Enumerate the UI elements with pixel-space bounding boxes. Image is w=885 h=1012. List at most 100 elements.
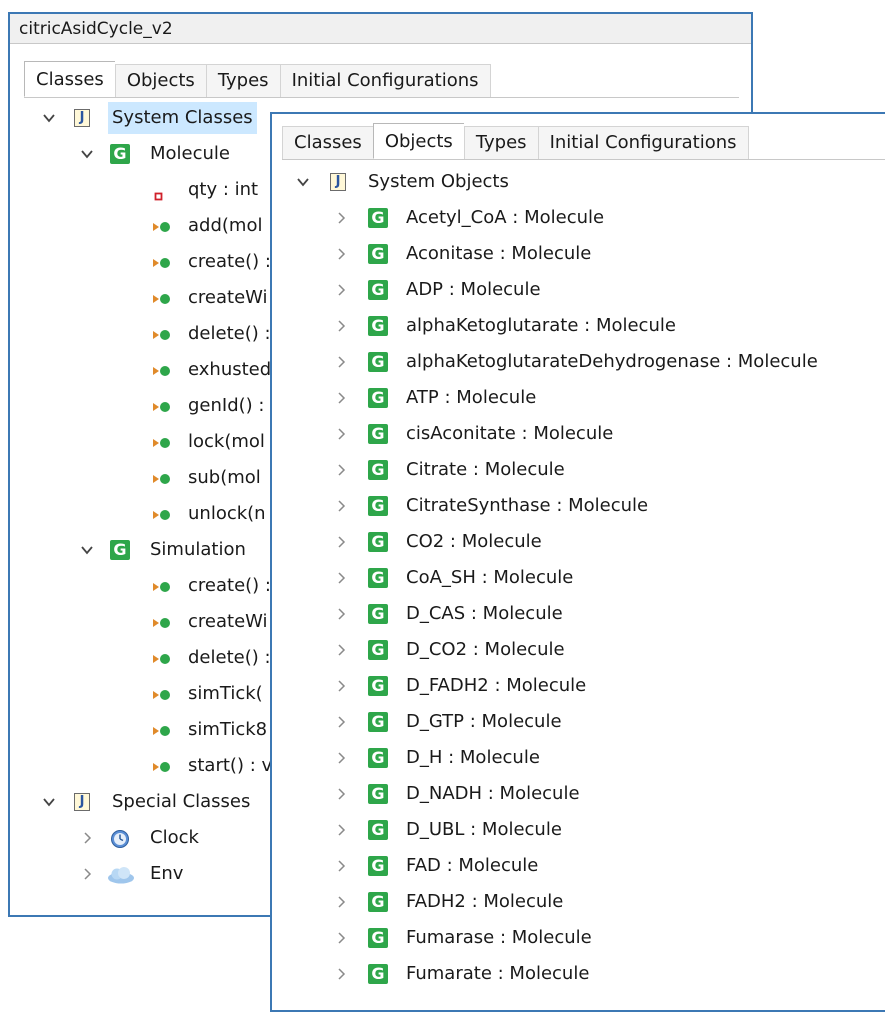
chevron-right-icon[interactable] xyxy=(80,867,94,881)
chevron-right-icon[interactable] xyxy=(334,571,348,585)
tree-item-label: exhusted xyxy=(188,359,272,380)
tab-types[interactable]: Types xyxy=(463,126,538,160)
tree-item-object[interactable]: G ATP : Molecule xyxy=(272,382,885,414)
tree-item-system-objects[interactable]: J System Objects xyxy=(272,166,885,198)
tree-item-label: Aconitase : Molecule xyxy=(406,243,592,264)
method-arrow-circle-icon xyxy=(152,360,174,380)
chevron-down-icon[interactable] xyxy=(80,147,94,161)
tree-item-label: Fumarate : Molecule xyxy=(406,963,590,984)
tree-item-object[interactable]: G D_H : Molecule xyxy=(272,742,885,774)
tree-item-object[interactable]: GalphaKetoglutarateDehydrogenase : Molec… xyxy=(272,346,885,378)
tree-item-object[interactable]: G Acetyl_CoA : Molecule xyxy=(272,202,885,234)
tab-initial-configurations[interactable]: Initial Configurations xyxy=(537,126,749,160)
chevron-right-icon[interactable] xyxy=(334,787,348,801)
chevron-down-icon[interactable] xyxy=(42,795,56,809)
chevron-down-icon[interactable] xyxy=(80,543,94,557)
method-arrow-circle-icon xyxy=(152,432,174,452)
tree-item-object[interactable]: GalphaKetoglutarate : Molecule xyxy=(272,310,885,342)
tree-item-object[interactable]: G D_FADH2 : Molecule xyxy=(272,670,885,702)
chevron-right-icon[interactable] xyxy=(334,643,348,657)
class-g-icon: G xyxy=(368,856,388,876)
tree-item-label: Simulation xyxy=(150,539,246,560)
class-g-icon: G xyxy=(368,532,388,552)
tree-item-object[interactable]: GcisAconitate : Molecule xyxy=(272,418,885,450)
chevron-right-icon[interactable] xyxy=(334,463,348,477)
class-g-icon: G xyxy=(368,928,388,948)
tree-item-label: createWi xyxy=(188,287,268,308)
tree-item-object[interactable]: G CitrateSynthase : Molecule xyxy=(272,490,885,522)
tab-objects[interactable]: Objects xyxy=(114,64,206,98)
chevron-right-icon[interactable] xyxy=(334,715,348,729)
tree-item-object[interactable]: G Fumarate : Molecule xyxy=(272,958,885,990)
chevron-right-icon[interactable] xyxy=(334,355,348,369)
field-square-icon xyxy=(152,183,166,201)
tree-item-label: createWi xyxy=(188,611,268,632)
window-title: citricAsidCycle_v2 xyxy=(10,14,751,44)
tree-item-label: simTick( xyxy=(188,683,263,704)
tree-item-label: CitrateSynthase : Molecule xyxy=(406,495,649,516)
class-g-icon: G xyxy=(368,604,388,624)
method-arrow-circle-icon xyxy=(152,720,174,740)
chevron-down-icon[interactable] xyxy=(42,111,56,125)
chevron-right-icon[interactable] xyxy=(334,283,348,297)
chevron-right-icon[interactable] xyxy=(334,607,348,621)
chevron-right-icon[interactable] xyxy=(334,679,348,693)
chevron-right-icon[interactable] xyxy=(334,319,348,333)
class-g-icon: G xyxy=(368,352,388,372)
chevron-right-icon[interactable] xyxy=(334,535,348,549)
chevron-right-icon[interactable] xyxy=(334,859,348,873)
method-arrow-circle-icon xyxy=(152,216,174,236)
tree-item-label: Acetyl_CoA : Molecule xyxy=(406,207,605,228)
tree-item-label: alphaKetoglutarate : Molecule xyxy=(406,315,676,336)
tree-item-object[interactable]: G Aconitase : Molecule xyxy=(272,238,885,270)
method-arrow-circle-icon xyxy=(152,684,174,704)
chevron-down-icon[interactable] xyxy=(296,175,310,189)
tree-item-label: D_GTP : Molecule xyxy=(406,711,562,732)
class-g-icon: G xyxy=(368,640,388,660)
chevron-right-icon[interactable] xyxy=(334,751,348,765)
chevron-right-icon[interactable] xyxy=(334,499,348,513)
tree-item-label: start() : v xyxy=(188,755,273,776)
tree-item-label: Citrate : Molecule xyxy=(406,459,565,480)
class-g-icon: G xyxy=(368,244,388,264)
tree-item-label: D_NADH : Molecule xyxy=(406,783,580,804)
tree-item-object[interactable]: G ADP : Molecule xyxy=(272,274,885,306)
chevron-right-icon[interactable] xyxy=(334,211,348,225)
tree-item-label: FADH2 : Molecule xyxy=(406,891,564,912)
chevron-right-icon[interactable] xyxy=(334,391,348,405)
tree-item-object[interactable]: G D_CO2 : Molecule xyxy=(272,634,885,666)
chevron-right-icon[interactable] xyxy=(80,831,94,845)
chevron-right-icon[interactable] xyxy=(334,247,348,261)
chevron-right-icon[interactable] xyxy=(334,931,348,945)
method-arrow-circle-icon xyxy=(152,648,174,668)
tree-item-object[interactable]: G D_CAS : Molecule xyxy=(272,598,885,630)
tree-item-label: Env xyxy=(150,863,184,884)
class-g-icon: G xyxy=(110,540,130,560)
tree-item-label: simTick8 xyxy=(188,719,268,740)
chevron-right-icon[interactable] xyxy=(334,427,348,441)
tree-item-object[interactable]: G D_UBL : Molecule xyxy=(272,814,885,846)
tree-item-object[interactable]: G CO2 : Molecule xyxy=(272,526,885,558)
tab-objects[interactable]: Objects xyxy=(372,123,464,159)
tree-item-object[interactable]: G D_NADH : Molecule xyxy=(272,778,885,810)
chevron-right-icon[interactable] xyxy=(334,967,348,981)
tree-item-label: create() : xyxy=(188,575,271,596)
tree-item-label: System Classes xyxy=(108,102,257,134)
tab-divider xyxy=(24,97,739,98)
tree-item-object[interactable]: G FADH2 : Molecule xyxy=(272,886,885,918)
chevron-right-icon[interactable] xyxy=(334,823,348,837)
tree-item-label: Fumarase : Molecule xyxy=(406,927,592,948)
tree-item-object[interactable]: G CoA_SH : Molecule xyxy=(272,562,885,594)
tab-initial-configurations[interactable]: Initial Configurations xyxy=(279,64,491,98)
class-g-icon: G xyxy=(368,388,388,408)
chevron-right-icon[interactable] xyxy=(334,895,348,909)
tree-item-object[interactable]: G Fumarase : Molecule xyxy=(272,922,885,954)
tab-classes[interactable]: Classes xyxy=(24,61,115,97)
tab-types[interactable]: Types xyxy=(205,64,280,98)
tree-item-object[interactable]: G Citrate : Molecule xyxy=(272,454,885,486)
method-arrow-circle-icon xyxy=(152,396,174,416)
tree-item-object[interactable]: G FAD : Molecule xyxy=(272,850,885,882)
tab-classes[interactable]: Classes xyxy=(282,126,373,160)
tree-item-object[interactable]: G D_GTP : Molecule xyxy=(272,706,885,738)
class-g-icon: G xyxy=(368,208,388,228)
